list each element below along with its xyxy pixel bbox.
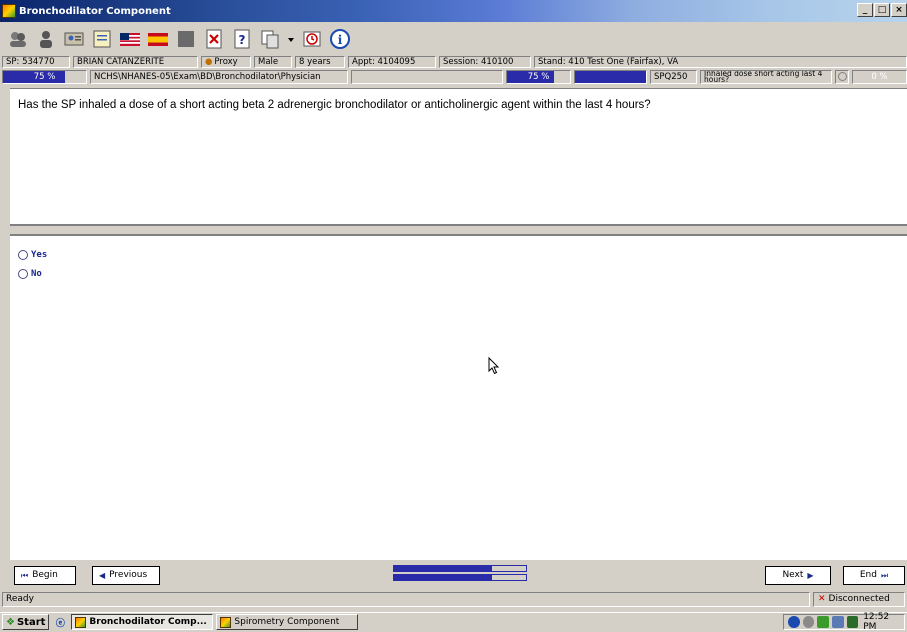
status-light-icon (835, 69, 849, 84)
answers-panel: Yes No (10, 234, 907, 560)
start-label: Start (16, 616, 46, 628)
app-icon (2, 4, 16, 18)
question-text: Has the SP inhaled a dose of a short act… (18, 99, 651, 111)
gray-square-icon[interactable] (174, 27, 198, 51)
title-area: Bronchodilator Component (2, 4, 171, 18)
appointment-field: Appt: 4104095 (348, 56, 436, 68)
system-tray: 12:52 PM (783, 612, 905, 632)
begin-label: Begin (32, 570, 58, 580)
stand-field: Stand: 410 Test One (Fairfax), VA (534, 56, 907, 68)
sp-id: SP: 534770 (2, 56, 70, 68)
sex-field: Male (254, 56, 292, 68)
connection-status: ✕ Disconnected (813, 592, 905, 607)
last-icon: ⏭ (880, 571, 889, 580)
proxy-person-icon: ● (205, 57, 213, 67)
right-progress: 0 % (852, 69, 907, 84)
person-icon[interactable] (34, 27, 58, 51)
us-flag-icon[interactable] (118, 27, 142, 51)
task-bronchodilator-label: Bronchodilator Comp... (89, 617, 207, 627)
notepad-icon[interactable] (90, 27, 114, 51)
window-titlebar: Bronchodilator Component _ □ × (0, 0, 907, 22)
radio-no[interactable] (18, 269, 28, 279)
cancel-doc-icon[interactable] (202, 27, 226, 51)
taskbar: ❖ Start ⓔ Bronchodilator Comp... Spirome… (0, 612, 907, 632)
clock-tray-icon[interactable] (802, 616, 815, 628)
id-card-icon[interactable] (62, 27, 86, 51)
quick-launch-ie-icon[interactable]: ⓔ (52, 614, 68, 630)
end-label: End (859, 570, 877, 580)
question-panel: Has the SP inhaled a dose of a short act… (10, 88, 907, 226)
answer-yes[interactable]: Yes (18, 250, 47, 260)
navigation-bar: ⏮ Begin ◀ Previous Next ▶ End ⏭ (0, 560, 907, 591)
age-field: 8 years (295, 56, 345, 68)
mouse-cursor-icon (488, 356, 500, 378)
participant-info-bar: SP: 534770 BRIAN CATANZERITE ● Proxy Male… (0, 56, 907, 68)
begin-button[interactable]: ⏮ Begin (14, 566, 76, 585)
progress-bottom (393, 574, 527, 581)
short-question: Inhaled dose short acting last 4 hours? (700, 69, 832, 84)
section-path: NCHS\NHANES-05\Exam\BD\Bronchodilator\Ph… (90, 69, 348, 84)
window-title: Bronchodilator Component (19, 5, 171, 17)
mid-progress: 75 % (506, 69, 571, 84)
status-bar: Ready ✕ Disconnected (0, 592, 907, 607)
task-spirometry[interactable]: Spirometry Component (216, 614, 359, 630)
spain-flag-icon[interactable] (146, 27, 170, 51)
dropdown-arrow-icon[interactable] (286, 27, 296, 51)
maximize-button[interactable]: □ (874, 3, 890, 17)
connection-label: Disconnected (828, 594, 890, 604)
status-text: Ready (2, 592, 810, 607)
answer-no-label: No (31, 269, 42, 279)
forward-arrow-icon: ▶ (807, 571, 814, 580)
window-controls: _ □ × (857, 3, 907, 17)
task-spirometry-label: Spirometry Component (234, 617, 340, 627)
close-button[interactable]: × (891, 3, 907, 17)
mid-progress-track (574, 69, 647, 84)
svg-text:?: ? (239, 33, 246, 47)
progress-bar-row: 75 % NCHS\NHANES-05\Exam\BD\Bronchodilat… (0, 69, 907, 84)
proxy-label: Proxy (214, 57, 238, 67)
copy-icon[interactable] (258, 27, 282, 51)
monitor-icon[interactable] (831, 616, 844, 628)
question-code: SPQ250 (650, 69, 697, 84)
help-doc-icon[interactable]: ? (230, 27, 254, 51)
tray-app-icon[interactable] (817, 616, 829, 628)
info-icon[interactable]: i (328, 27, 352, 51)
radio-yes[interactable] (18, 250, 28, 260)
mid-progress-track-fill (575, 70, 646, 83)
blank-field (351, 69, 503, 84)
mid-progress-label: 75 % (527, 71, 550, 82)
back-arrow-icon: ◀ (99, 571, 106, 580)
left-progress: 75 % (2, 69, 87, 84)
progress-top-fill (394, 566, 492, 571)
users-icon[interactable] (6, 27, 30, 51)
toolbar: ? i (0, 22, 907, 56)
windows-logo-icon: ❖ (6, 616, 15, 628)
previous-label: Previous (109, 570, 148, 580)
answer-yes-label: Yes (31, 250, 48, 260)
previous-button[interactable]: ◀ Previous (92, 566, 160, 585)
task-app-icon (75, 616, 87, 628)
next-label: Next (782, 570, 804, 580)
disconnected-icon: ✕ (818, 594, 826, 604)
svg-text:i: i (338, 33, 343, 47)
start-button[interactable]: ❖ Start (2, 614, 50, 630)
security-icon[interactable] (846, 616, 859, 628)
task-app-icon (220, 616, 232, 628)
network-icon[interactable] (788, 616, 800, 628)
task-bronchodilator[interactable]: Bronchodilator Comp... (71, 614, 214, 630)
session-field: Session: 410100 (439, 56, 531, 68)
end-button[interactable]: End ⏭ (843, 566, 905, 585)
left-progress-label: 75 % (33, 71, 56, 82)
progress-top (393, 565, 527, 572)
proxy-field: ● Proxy (201, 56, 251, 68)
minimize-button[interactable]: _ (857, 3, 873, 17)
alarm-icon[interactable] (300, 27, 324, 51)
first-icon: ⏮ (21, 571, 29, 580)
answer-no[interactable]: No (18, 269, 42, 279)
progress-bottom-fill (394, 575, 492, 580)
participant-name: BRIAN CATANZERITE (73, 56, 198, 68)
next-button[interactable]: Next ▶ (765, 566, 831, 585)
right-progress-label: 0 % (871, 71, 888, 82)
clock[interactable]: 12:52 PM (863, 612, 904, 632)
